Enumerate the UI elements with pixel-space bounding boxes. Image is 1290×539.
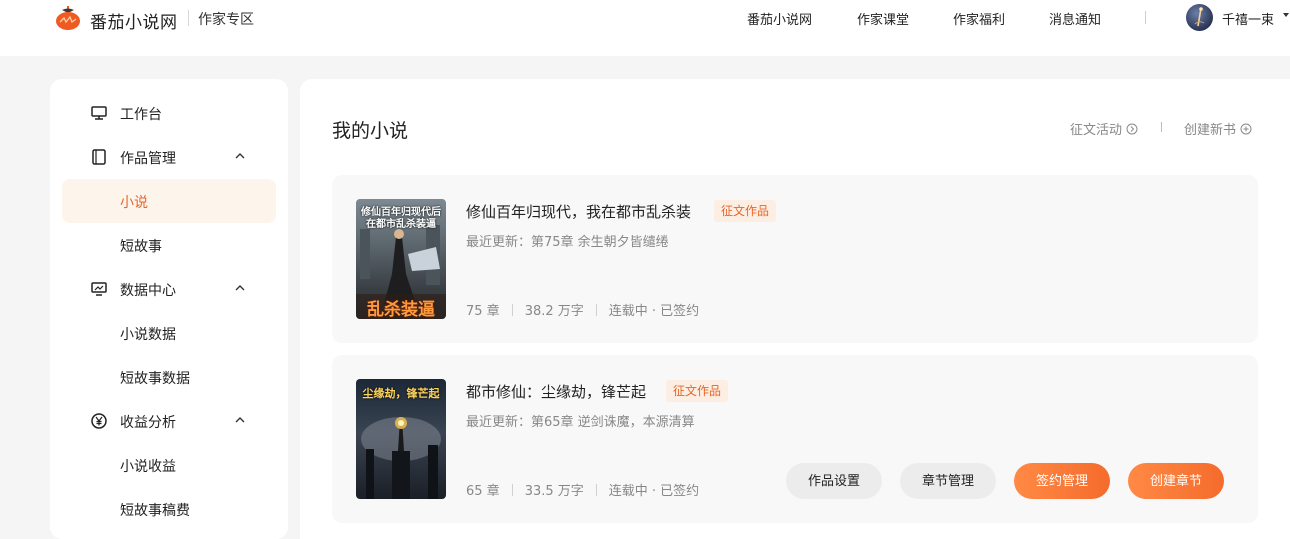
main-panel: 我的小说 征文活动 创建新书 修仙百年归现代后 在都市乱杀装逼 乱杀装逼 修仙百… <box>300 79 1290 539</box>
action-divider <box>1161 122 1162 132</box>
sidebar-item-label: 小说数据 <box>120 327 176 343</box>
sidebar-item-novel[interactable]: 小说 <box>62 179 276 223</box>
sidebar: 工作台 作品管理 小说 短故事 数据中心 小说数据 短故事数据 收益分析 小说收… <box>50 79 288 539</box>
book-title[interactable]: 都市修仙：尘缘劫，锋芒起 <box>466 381 646 402</box>
sidebar-item-label: 短故事数据 <box>120 371 190 387</box>
chevron-up-icon[interactable] <box>233 281 247 295</box>
contest-tag: 征文作品 <box>714 200 777 222</box>
nav-messages[interactable]: 消息通知 <box>1049 9 1101 28</box>
sidebar-item-workbench[interactable]: 工作台 <box>62 91 276 135</box>
nav-fanqie[interactable]: 番茄小说网 <box>747 9 812 28</box>
sidebar-item-label: 短故事 <box>120 239 162 255</box>
monitor-icon <box>91 106 107 120</box>
sidebar-item-works[interactable]: 作品管理 <box>62 135 276 179</box>
create-book-link[interactable]: 创建新书 <box>1184 119 1252 138</box>
username[interactable]: 千禧一束 <box>1222 9 1274 28</box>
sidebar-item-short-story-fee[interactable]: 短故事稿费 <box>62 487 276 531</box>
sidebar-item-label: 小说收益 <box>120 459 176 475</box>
create-book-label: 创建新书 <box>1184 123 1237 138</box>
chapter-management-button[interactable]: 章节管理 <box>900 463 996 499</box>
page-title: 我的小说 <box>332 120 409 142</box>
chevron-up-icon[interactable] <box>233 413 247 427</box>
work-settings-button[interactable]: 作品设置 <box>786 463 882 499</box>
book-cover[interactable]: 修仙百年归现代后 在都市乱杀装逼 乱杀装逼 <box>356 199 446 319</box>
contest-tag: 征文作品 <box>666 380 729 402</box>
book-status: 连载中 · 已签约 <box>608 484 700 499</box>
cover-title-text: 尘缘劫，锋芒起 <box>362 387 440 400</box>
sidebar-item-label: 小说 <box>120 195 148 211</box>
stats-divider <box>511 303 513 316</box>
nav-writer-class[interactable]: 作家课堂 <box>857 9 909 28</box>
stats-divider <box>511 483 513 496</box>
sidebar-item-label: 工作台 <box>120 107 162 123</box>
chevron-up-icon[interactable] <box>233 149 247 163</box>
sidebar-item-label: 短故事稿费 <box>120 503 190 519</box>
user-menu-caret-icon[interactable] <box>1283 13 1289 17</box>
contest-activity-label: 征文活动 <box>1070 123 1123 138</box>
yen-icon <box>91 413 107 429</box>
sidebar-item-label: 数据中心 <box>120 283 176 299</box>
sidebar-item-novel-data[interactable]: 小说数据 <box>62 311 276 355</box>
nav-divider <box>1145 11 1146 24</box>
book-stats: 75 章 38.2 万字 连载中 · 已签约 <box>466 300 699 319</box>
stats-divider <box>595 483 597 496</box>
contract-management-button[interactable]: 签约管理 <box>1014 463 1110 499</box>
book-icon <box>92 149 106 165</box>
brand-divider <box>188 10 189 26</box>
stats-divider <box>595 303 597 316</box>
brand-name[interactable]: 番茄小说网 <box>90 8 178 33</box>
avatar-figure-icon <box>1194 7 1205 27</box>
top-header: 番茄小说网 作家专区 番茄小说网 作家课堂 作家福利 消息通知 千禧一束 <box>0 0 1290 56</box>
sidebar-item-revenue[interactable]: 收益分析 <box>62 399 276 443</box>
sidebar-item-short-story[interactable]: 短故事 <box>62 223 276 267</box>
create-chapter-button[interactable]: 创建章节 <box>1128 463 1224 499</box>
sidebar-item-label: 作品管理 <box>120 151 176 167</box>
chapter-count: 75 章 <box>466 304 500 319</box>
contest-activity-link[interactable]: 征文活动 <box>1070 119 1138 138</box>
sidebar-item-novel-revenue[interactable]: 小说收益 <box>62 443 276 487</box>
plus-circle-icon <box>1240 123 1252 134</box>
book-title[interactable]: 修仙百年归现代，我在都市乱杀装 <box>466 201 691 222</box>
book-card[interactable]: 尘缘劫，锋芒起 都市修仙：尘缘劫，锋芒起 征文作品 最近更新：第65章 逆剑诛魔… <box>332 355 1258 523</box>
sidebar-item-label: 收益分析 <box>120 415 176 431</box>
brand-subtitle: 作家专区 <box>198 12 254 28</box>
arrow-circle-icon <box>1126 123 1138 134</box>
sidebar-item-data-center[interactable]: 数据中心 <box>62 267 276 311</box>
book-status: 连载中 · 已签约 <box>608 304 700 319</box>
tomato-logo-icon[interactable] <box>54 4 82 32</box>
book-stats: 65 章 33.5 万字 连载中 · 已签约 <box>466 480 699 499</box>
latest-update: 最近更新：第65章 逆剑诛魔，本源清算 <box>466 415 695 430</box>
cover-title-text: 修仙百年归现代后 在都市乱杀装逼 <box>361 207 441 230</box>
book-cover[interactable]: 尘缘劫，锋芒起 <box>356 379 446 499</box>
cover-bottom-text: 乱杀装逼 <box>367 300 435 319</box>
word-count: 38.2 万字 <box>524 304 584 319</box>
sidebar-item-short-story-data[interactable]: 短故事数据 <box>62 355 276 399</box>
chart-monitor-icon <box>91 282 107 296</box>
word-count: 33.5 万字 <box>524 484 584 499</box>
book-card[interactable]: 修仙百年归现代后 在都市乱杀装逼 乱杀装逼 修仙百年归现代，我在都市乱杀装 征文… <box>332 175 1258 343</box>
nav-writer-welfare[interactable]: 作家福利 <box>953 9 1005 28</box>
user-avatar[interactable] <box>1186 4 1213 31</box>
latest-update: 最近更新：第75章 余生朝夕皆缱绻 <box>466 235 669 250</box>
chapter-count: 65 章 <box>466 484 500 499</box>
